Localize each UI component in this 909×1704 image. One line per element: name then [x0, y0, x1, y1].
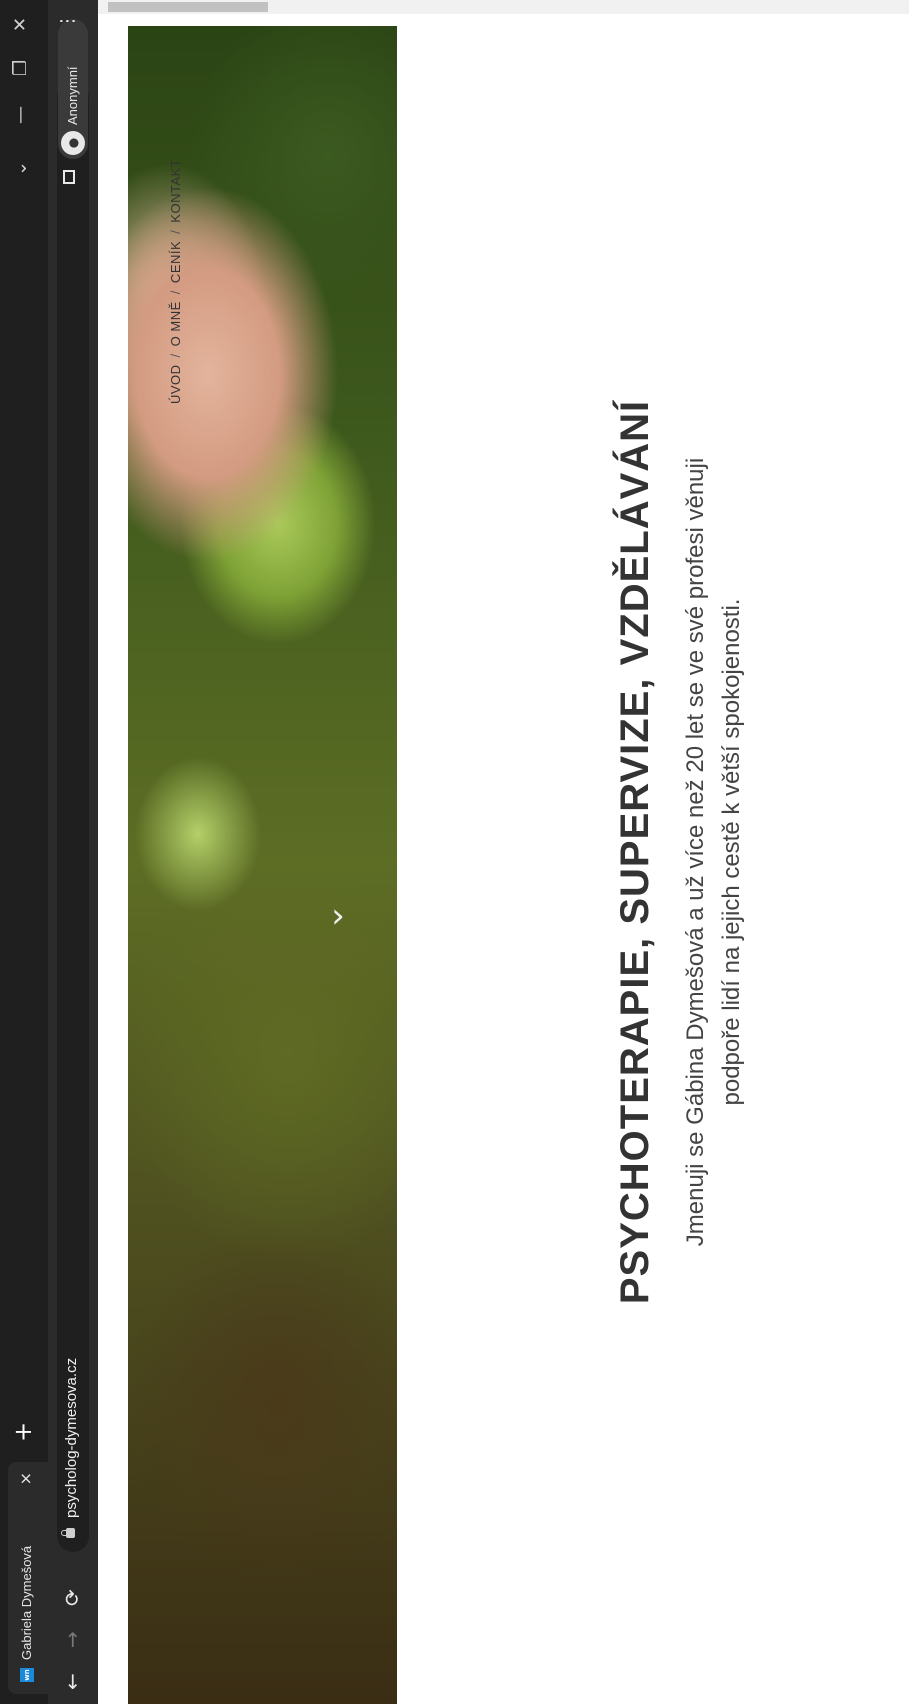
back-button[interactable]: ← [60, 1673, 84, 1690]
active-tab[interactable]: wn Gabriela Dymešová × [8, 1462, 48, 1694]
tab-bar: wn Gabriela Dymešová × + ⌄ — ❐ ✕ [0, 0, 48, 1704]
side-panel-icon[interactable] [63, 170, 75, 184]
forward-button[interactable]: → [60, 1631, 84, 1648]
tab-search-chevron-icon[interactable]: ⌄ [10, 161, 31, 176]
incognito-profile-button[interactable]: ● Anonymní [58, 19, 88, 159]
new-tab-button[interactable]: + [9, 1422, 37, 1442]
incognito-icon: ● [61, 131, 85, 155]
minimize-button[interactable]: — [10, 106, 31, 124]
nav-separator: / [168, 229, 183, 234]
intro-line-2: podpoře lidí na jejich cestě k větší spo… [718, 598, 745, 1106]
scrollbar-thumb[interactable] [108, 2, 268, 12]
page-content: › ÚVOD / O MNĚ / CENÍK / KONTAKT PSYCHOTERAPIE… [98, 0, 909, 1704]
nav-cenik[interactable]: CENÍK [168, 241, 183, 283]
browser-menu-icon[interactable]: ⋮ [57, 14, 78, 30]
url-field[interactable]: psycholog-dymesova.cz ☆ [57, 82, 89, 1552]
nav-separator: / [168, 353, 183, 358]
restore-button[interactable]: ❐ [10, 60, 31, 76]
reload-button[interactable]: ⟳ [60, 1589, 84, 1606]
tab-close-icon[interactable]: × [16, 1472, 35, 1485]
nav-uvod[interactable]: ÚVOD [168, 364, 183, 404]
browser-window: wn Gabriela Dymešová × + ⌄ — ❐ ✕ ← → ⟳ p… [0, 0, 909, 1704]
site-favicon-icon: wn [20, 1668, 34, 1682]
page-headline: PSYCHOTERAPIE, SUPERVIZE, VZDĚLÁVÁNÍ [613, 399, 657, 1305]
slider-next-arrow-icon[interactable]: › [331, 896, 345, 936]
nav-kontakt[interactable]: KONTAKT [168, 159, 183, 223]
nav-o-mne[interactable]: O MNĚ [168, 301, 183, 346]
close-window-button[interactable]: ✕ [10, 17, 31, 32]
nav-separator: / [168, 290, 183, 295]
intro-line-1: Jmenuji se Gábina Dymešová a už více než… [682, 457, 709, 1247]
url-text: psycholog-dymesova.cz [63, 1357, 80, 1518]
profile-label: Anonymní [65, 66, 80, 125]
lock-icon[interactable] [66, 1528, 75, 1538]
intro-text: Jmenuji se Gábina Dymešová a už více než… [678, 0, 750, 1704]
main-nav: ÚVOD / O MNĚ / CENÍK / KONTAKT [168, 159, 183, 404]
address-bar: ← → ⟳ psycholog-dymesova.cz ☆ ● Anonymní… [48, 0, 98, 1704]
tab-title: Gabriela Dymešová [19, 1545, 34, 1660]
vertical-scrollbar[interactable] [98, 0, 909, 14]
